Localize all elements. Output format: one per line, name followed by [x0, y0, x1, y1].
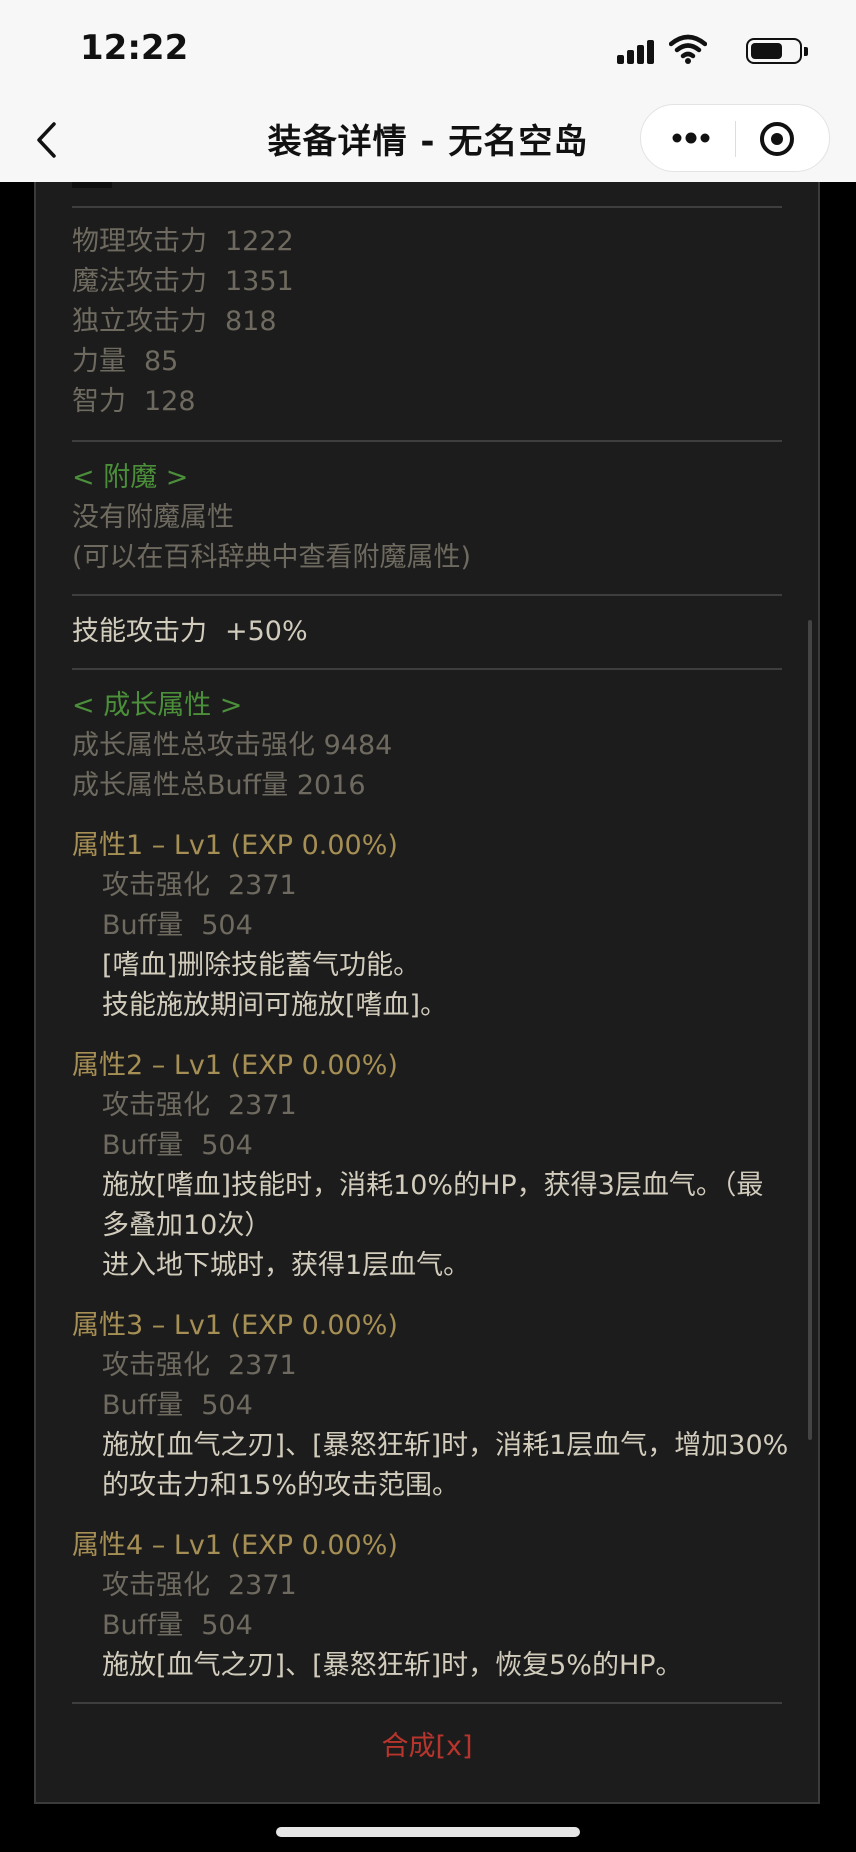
status-time: 12:22 [80, 28, 189, 68]
stat-strength: 力量 85 [72, 346, 179, 377]
attribute-title: 属性1 – Lv1 (EXP 0.00%) [72, 830, 398, 861]
divider [72, 440, 782, 442]
top-bar: 12:22 装备详情 - 无名空岛 [0, 0, 856, 182]
attribute-buff: Buff量 504 [102, 1610, 253, 1641]
wifi-icon [669, 34, 707, 64]
close-target-icon[interactable] [757, 119, 797, 159]
enchant-header: < 附魔 > [72, 462, 189, 493]
attribute-title: 属性2 – Lv1 (EXP 0.00%) [72, 1050, 398, 1081]
mini-program-capsule [640, 104, 830, 172]
divider [72, 594, 782, 596]
capsule-divider [735, 121, 736, 157]
battery-icon [746, 38, 808, 64]
attribute-buff: Buff量 504 [102, 910, 253, 941]
attribute-attack: 攻击强化 2371 [102, 1090, 297, 1121]
stat-independent-attack: 独立攻击力 818 [72, 306, 277, 337]
growth-total-attack: 成长属性总攻击强化 9484 [72, 730, 393, 761]
divider [72, 206, 782, 208]
home-indicator[interactable] [276, 1827, 580, 1837]
stat-intelligence: 智力 128 [72, 386, 196, 417]
attribute-buff: Buff量 504 [102, 1130, 253, 1161]
attribute-desc: 技能施放期间可施放[嗜血]。 [102, 990, 448, 1021]
attribute-title: 属性3 – Lv1 (EXP 0.00%) [72, 1310, 398, 1341]
more-button[interactable] [663, 123, 719, 153]
attribute-desc: 施放[嗜血]技能时，消耗10%的HP，获得3层血气。（最多叠加10次） [102, 1170, 764, 1241]
enchant-none-text: 没有附魔属性 [72, 502, 234, 533]
attribute-attack: 攻击强化 2371 [102, 1570, 297, 1601]
stat-magic-attack: 魔法攻击力 1351 [72, 266, 294, 297]
attribute-desc: [嗜血]删除技能蓄气功能。 [102, 950, 421, 981]
compose-button[interactable]: 合成[x] [72, 1724, 782, 1763]
attribute-attack: 攻击强化 2371 [102, 1350, 297, 1381]
divider [72, 668, 782, 670]
attribute-buff: Buff量 504 [102, 1390, 253, 1421]
growth-total-buff: 成长属性总Buff量 2016 [72, 770, 366, 801]
more-dots-icon [672, 132, 710, 144]
status-icons [602, 34, 808, 64]
attribute-desc: 施放[血气之刃]、[暴怒狂斩]时，恢复5%的HP。 [102, 1650, 683, 1681]
attribute-desc: 施放[血气之刃]、[暴怒狂斩]时，消耗1层血气，增加30%的攻击力和15%的攻击… [102, 1430, 789, 1501]
signal-icon [617, 38, 657, 64]
scrollbar[interactable] [808, 620, 812, 1440]
divider [72, 1702, 782, 1704]
attribute-title: 属性4 – Lv1 (EXP 0.00%) [72, 1530, 398, 1561]
stat-physical-attack: 物理攻击力 1222 [72, 226, 294, 257]
skill-attack-row: 技能攻击力 +50% [72, 616, 308, 647]
growth-header: < 成长属性 > [72, 690, 243, 721]
attribute-desc: 进入地下城时，获得1层血气。 [102, 1250, 471, 1281]
equipment-detail-panel: 物理攻击力 1222 魔法攻击力 1351 独立攻击力 818 力量 85 智力 128 … [34, 150, 820, 1804]
enchant-hint-text: (可以在百科辞典中查看附魔属性) [72, 542, 472, 573]
attribute-attack: 攻击强化 2371 [102, 870, 297, 901]
